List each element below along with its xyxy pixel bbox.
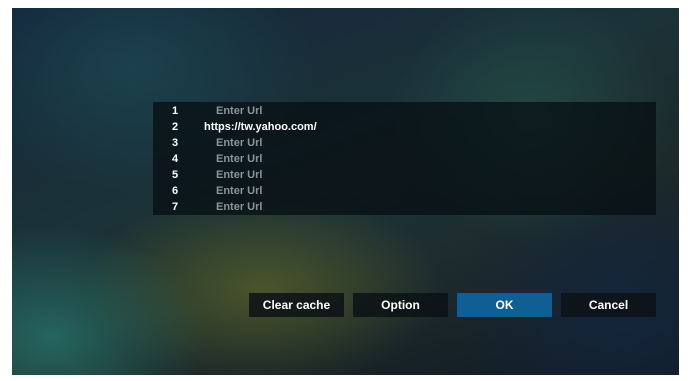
url-input-placeholder[interactable]: Enter Url (216, 184, 262, 198)
url-row-1[interactable]: 1 Enter Url (153, 103, 656, 119)
url-input-value[interactable]: https://tw.yahoo.com/ (204, 120, 317, 134)
cancel-button[interactable]: Cancel (561, 293, 656, 317)
url-row-index: 3 (171, 137, 179, 149)
url-input-placeholder[interactable]: Enter Url (216, 152, 262, 166)
url-row-index: 6 (171, 185, 179, 197)
url-row-3[interactable]: 3 Enter Url (153, 135, 656, 151)
option-button[interactable]: Option (353, 293, 448, 317)
url-row-2[interactable]: 2 https://tw.yahoo.com/ (153, 119, 656, 135)
url-input-placeholder[interactable]: Enter Url (216, 136, 262, 150)
browser-settings-screen: 1 Enter Url 2 https://tw.yahoo.com/ 3 En… (12, 8, 679, 375)
clear-cache-button[interactable]: Clear cache (249, 293, 344, 317)
url-row-index: 7 (171, 201, 179, 213)
ok-button[interactable]: OK (457, 293, 552, 317)
url-row-5[interactable]: 5 Enter Url (153, 167, 656, 183)
url-row-7[interactable]: 7 Enter Url (153, 199, 656, 215)
url-list: 1 Enter Url 2 https://tw.yahoo.com/ 3 En… (153, 102, 656, 215)
url-row-4[interactable]: 4 Enter Url (153, 151, 656, 167)
url-input-placeholder[interactable]: Enter Url (216, 104, 262, 118)
url-row-index: 1 (171, 105, 179, 117)
url-row-index: 2 (171, 121, 179, 133)
url-input-placeholder[interactable]: Enter Url (216, 168, 262, 182)
url-row-6[interactable]: 6 Enter Url (153, 183, 656, 199)
url-input-placeholder[interactable]: Enter Url (216, 200, 262, 214)
url-row-index: 4 (171, 153, 179, 165)
url-row-index: 5 (171, 169, 179, 181)
